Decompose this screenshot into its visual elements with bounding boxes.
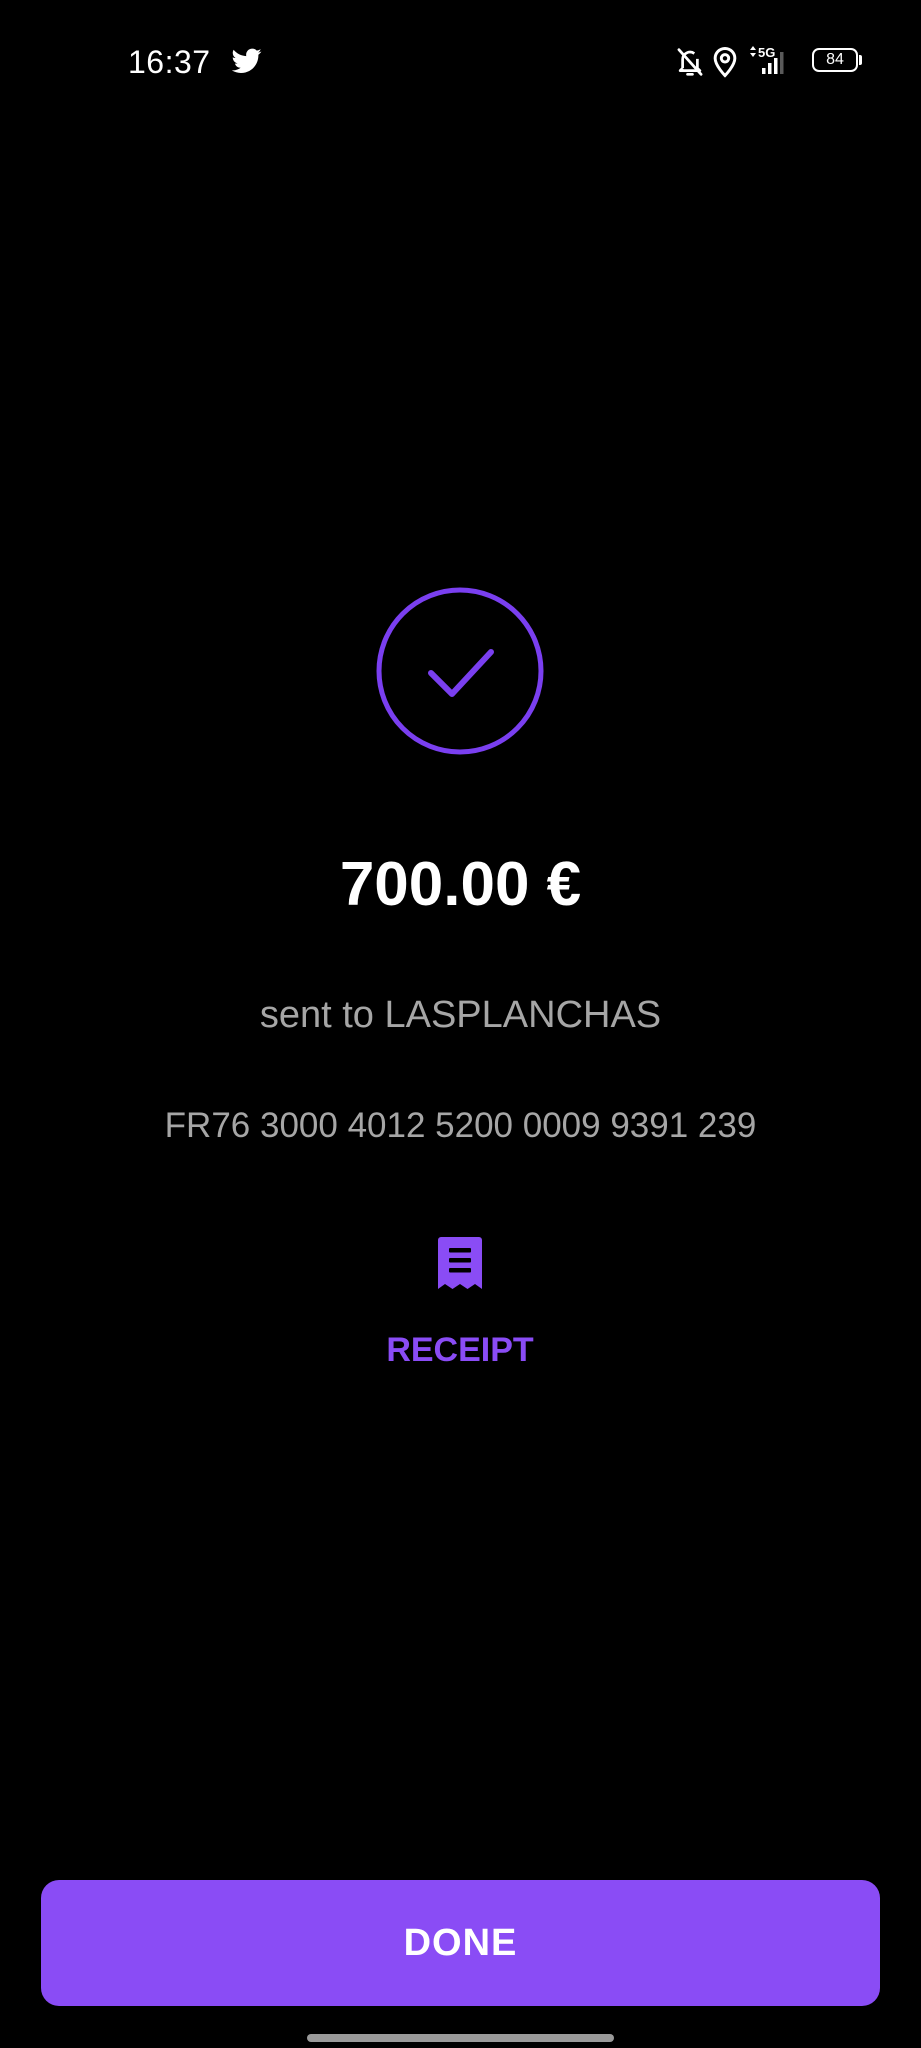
check-circle-icon bbox=[376, 587, 544, 755]
transfer-amount: 700.00 € bbox=[339, 850, 582, 919]
recipient-text: sent to LASPLANCHAS bbox=[259, 994, 662, 1036]
done-label: DONE bbox=[403, 1921, 518, 1964]
done-button[interactable]: DONE bbox=[41, 1880, 880, 2006]
recipient-iban: FR76 3000 4012 5200 0009 9391 239 bbox=[164, 1106, 757, 1145]
battery-icon: 84 bbox=[812, 48, 858, 72]
network-label: 5G bbox=[758, 45, 775, 60]
battery-level: 84 bbox=[826, 51, 844, 68]
bell-off-icon bbox=[677, 48, 703, 76]
status-time: 16:37 bbox=[128, 44, 211, 80]
receipt-icon bbox=[438, 1237, 482, 1289]
battery-tip bbox=[859, 55, 862, 65]
receipt-button[interactable]: RECEIPT bbox=[360, 1225, 560, 1375]
status-bar: 16:37 5G 84 bbox=[0, 0, 921, 120]
home-indicator[interactable] bbox=[307, 2034, 614, 2042]
signal-icon: 5G bbox=[750, 45, 784, 74]
receipt-label: RECEIPT bbox=[386, 1331, 534, 1369]
location-icon bbox=[713, 46, 737, 78]
twitter-icon bbox=[232, 48, 262, 73]
